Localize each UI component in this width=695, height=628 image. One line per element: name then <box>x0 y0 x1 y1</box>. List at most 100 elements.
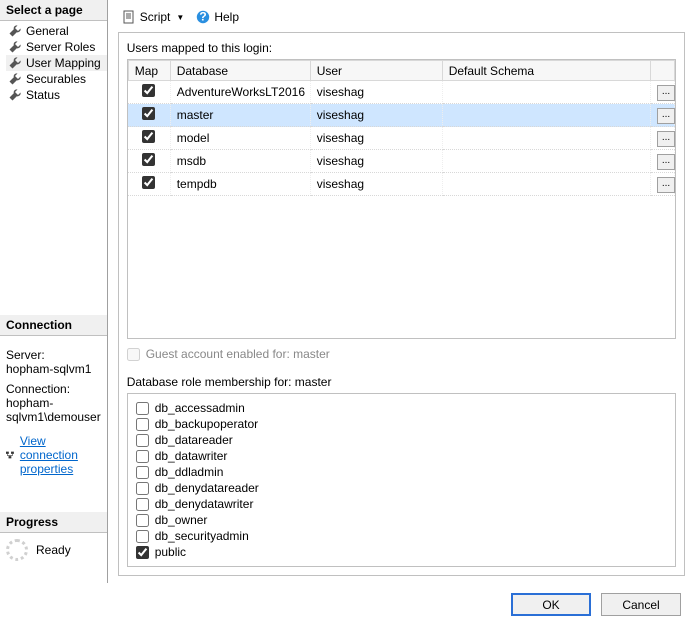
guest-label: Guest account enabled for: master <box>146 347 330 361</box>
role-checkbox[interactable] <box>136 530 149 543</box>
nav-item-label: General <box>26 24 69 38</box>
nav-item-label: Server Roles <box>26 40 95 54</box>
help-label: Help <box>214 10 239 24</box>
role-item[interactable]: db_ddladmin <box>136 464 667 480</box>
mapping-grid[interactable]: Map Database User Default Schema Adventu… <box>127 59 676 339</box>
nav-item-label: Status <box>26 88 60 102</box>
left-panel: Select a page GeneralServer RolesUser Ma… <box>0 0 108 583</box>
cell-database[interactable]: master <box>170 104 310 127</box>
cell-user[interactable]: viseshag <box>310 150 442 173</box>
wrench-icon <box>8 40 22 54</box>
role-item[interactable]: db_securityadmin <box>136 528 667 544</box>
role-label: db_denydatareader <box>155 480 259 496</box>
progress-header: Progress <box>0 512 107 533</box>
progress-block: Ready <box>0 533 107 583</box>
spinner-icon <box>6 539 28 561</box>
cell-database[interactable]: tempdb <box>170 173 310 196</box>
col-header-user[interactable]: User <box>310 61 442 81</box>
role-checkbox[interactable] <box>136 418 149 431</box>
cell-database[interactable]: AdventureWorksLT2016 <box>170 81 310 104</box>
cell-database[interactable]: msdb <box>170 150 310 173</box>
wrench-icon <box>8 88 22 102</box>
schema-browse-button[interactable]: ... <box>657 154 675 170</box>
cell-user[interactable]: viseshag <box>310 81 442 104</box>
connection-info: Server: hopham-sqlvm1 Connection: hopham… <box>0 336 107 488</box>
nav-item-securables[interactable]: Securables <box>6 71 107 87</box>
role-checkbox[interactable] <box>136 546 149 559</box>
cancel-button[interactable]: Cancel <box>601 593 681 616</box>
cell-database[interactable]: model <box>170 127 310 150</box>
content-area: Users mapped to this login: Map Database… <box>118 32 685 576</box>
cell-schema[interactable] <box>442 127 650 150</box>
wrench-icon <box>8 56 22 70</box>
nav-item-general[interactable]: General <box>6 23 107 39</box>
role-label: db_datareader <box>155 432 233 448</box>
guest-checkbox <box>127 348 140 361</box>
role-label: db_datawriter <box>155 448 228 464</box>
table-row[interactable]: AdventureWorksLT2016viseshag... <box>128 81 674 104</box>
progress-status: Ready <box>36 543 71 557</box>
role-label: db_owner <box>155 512 208 528</box>
col-header-schema[interactable]: Default Schema <box>442 61 650 81</box>
schema-browse-button[interactable]: ... <box>657 177 675 193</box>
map-checkbox[interactable] <box>142 130 155 143</box>
role-checkbox[interactable] <box>136 466 149 479</box>
table-row[interactable]: msdbviseshag... <box>128 150 674 173</box>
role-label: db_denydatawriter <box>155 496 254 512</box>
role-label: public <box>155 544 186 560</box>
map-checkbox[interactable] <box>142 84 155 97</box>
page-nav-list: General Server Roles User MappingSecurable… <box>0 21 107 105</box>
role-item[interactable]: db_owner <box>136 512 667 528</box>
cell-schema[interactable] <box>442 81 650 104</box>
role-checkbox[interactable] <box>136 434 149 447</box>
cell-schema[interactable] <box>442 104 650 127</box>
network-icon <box>6 449 14 461</box>
nav-item-server-roles[interactable]: Server Roles <box>6 39 107 55</box>
role-item[interactable]: db_denydatareader <box>136 480 667 496</box>
role-item[interactable]: db_denydatawriter <box>136 496 667 512</box>
role-item[interactable]: db_accessadmin <box>136 400 667 416</box>
table-row[interactable]: tempdbviseshag... <box>128 173 674 196</box>
roles-listbox[interactable]: db_accessadmindb_backupoperatordb_datare… <box>127 393 676 567</box>
role-checkbox[interactable] <box>136 450 149 463</box>
nav-item-label: User Mapping <box>26 56 101 70</box>
role-checkbox[interactable] <box>136 514 149 527</box>
table-row[interactable]: modelviseshag... <box>128 127 674 150</box>
schema-browse-button[interactable]: ... <box>657 108 675 124</box>
schema-browse-button[interactable]: ... <box>657 85 675 101</box>
view-connection-link[interactable]: View connection properties <box>20 434 101 476</box>
role-item[interactable]: db_datareader <box>136 432 667 448</box>
role-item[interactable]: db_datawriter <box>136 448 667 464</box>
cell-user[interactable]: viseshag <box>310 104 442 127</box>
script-button[interactable]: Script ▼ <box>118 8 189 26</box>
role-item[interactable]: db_backupoperator <box>136 416 667 432</box>
connection-label: Connection: <box>6 382 101 396</box>
table-row[interactable]: masterviseshag... <box>128 104 674 127</box>
col-header-map[interactable]: Map <box>128 61 170 81</box>
roles-title: Database role membership for: master <box>127 375 676 389</box>
nav-item-user-mapping[interactable]: User Mapping <box>6 55 107 71</box>
role-item[interactable]: public <box>136 544 667 560</box>
role-checkbox[interactable] <box>136 402 149 415</box>
cell-user[interactable]: viseshag <box>310 127 442 150</box>
footer: OK Cancel <box>0 583 695 628</box>
cell-schema[interactable] <box>442 150 650 173</box>
wrench-icon <box>8 24 22 38</box>
role-label: db_ddladmin <box>155 464 224 480</box>
col-header-blank <box>651 61 675 81</box>
map-checkbox[interactable] <box>142 107 155 120</box>
ok-button[interactable]: OK <box>511 593 591 616</box>
role-label: db_securityadmin <box>155 528 249 544</box>
map-checkbox[interactable] <box>142 176 155 189</box>
schema-browse-button[interactable]: ... <box>657 131 675 147</box>
nav-item-status[interactable]: Status <box>6 87 107 103</box>
cell-schema[interactable] <box>442 173 650 196</box>
toolbar: Script ▼ ? Help <box>118 6 685 32</box>
map-checkbox[interactable] <box>142 153 155 166</box>
cell-user[interactable]: viseshag <box>310 173 442 196</box>
role-checkbox[interactable] <box>136 498 149 511</box>
role-checkbox[interactable] <box>136 482 149 495</box>
server-value: hopham-sqlvm1 <box>6 362 101 376</box>
help-button[interactable]: ? Help <box>192 8 243 26</box>
col-header-database[interactable]: Database <box>170 61 310 81</box>
